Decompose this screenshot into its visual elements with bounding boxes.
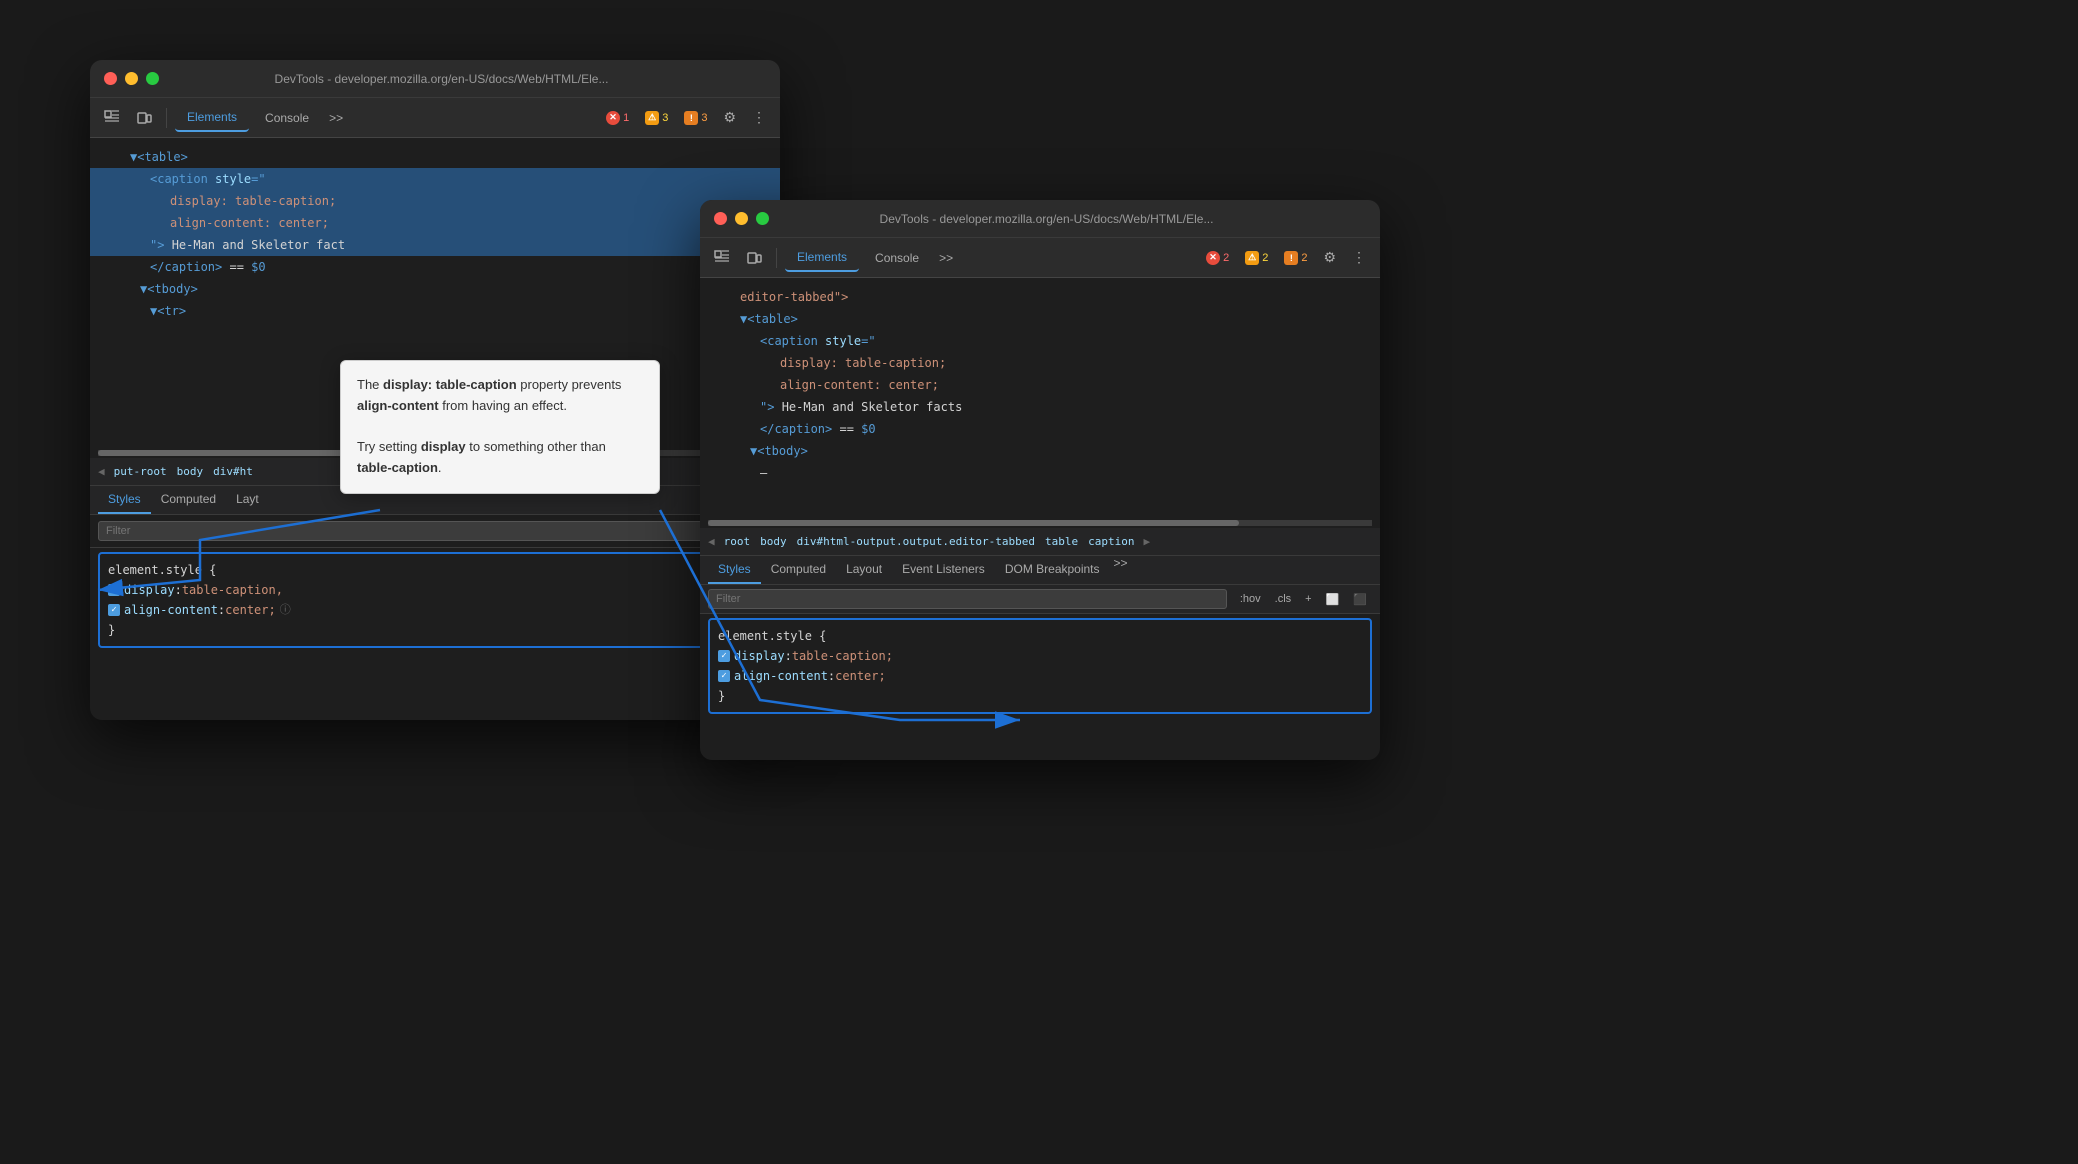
badge-info-1[interactable]: ! 3 xyxy=(678,109,713,127)
badge-error-1[interactable]: ✕ 1 xyxy=(600,109,635,127)
breadcrumb-body-2[interactable]: body xyxy=(757,535,790,548)
tree-line2-table[interactable]: ▼<table> xyxy=(700,308,1380,330)
tab-event-2[interactable]: Event Listeners xyxy=(892,556,995,584)
css-prop-align-2[interactable]: align-content : center; xyxy=(718,666,1362,686)
window-title-2: DevTools - developer.mozilla.org/en-US/d… xyxy=(727,212,1366,226)
breadcrumb-table[interactable]: table xyxy=(1042,535,1081,548)
tool-cls[interactable]: .cls xyxy=(1270,591,1297,607)
badge-error-2[interactable]: ✕ 2 xyxy=(1200,249,1235,267)
breadcrumb-body-1[interactable]: body xyxy=(174,465,207,478)
tree-line-text[interactable]: "> He-Man and Skeletor fact xyxy=(90,234,780,256)
badge-warning-2[interactable]: ⚠ 2 xyxy=(1239,249,1274,267)
tool-add[interactable]: + xyxy=(1300,591,1316,607)
tree-line2-caption-open[interactable]: <caption style=" xyxy=(700,330,1380,352)
tree-line-tbody[interactable]: ▼<tbody> xyxy=(90,278,780,300)
info-icon-1[interactable]: ⓘ xyxy=(280,600,291,620)
tooltip-popup: The display: table-caption property prev… xyxy=(340,360,660,494)
tool-box-model[interactable]: ⬛ xyxy=(1348,591,1372,608)
tab-more-2[interactable]: >> xyxy=(935,251,957,265)
css-rule-box-1: element.style { display : table-caption,… xyxy=(98,552,772,648)
settings-icon-2[interactable]: ⚙ xyxy=(1317,245,1342,270)
tab-elements-1[interactable]: Elements xyxy=(175,104,249,132)
tree-line-caption-close[interactable]: </caption> == $0 xyxy=(90,256,780,278)
tree-line2-tbody[interactable]: ▼<tbody> xyxy=(700,440,1380,462)
breadcrumb-back-1[interactable]: ◀ xyxy=(98,465,105,478)
inspect-icon-2[interactable] xyxy=(708,244,736,272)
breadcrumb-caption[interactable]: caption xyxy=(1085,535,1137,548)
breadcrumb-back-2[interactable]: ◀ xyxy=(708,535,715,548)
breadcrumb-2: ◀ root body div#html-output.output.edito… xyxy=(700,528,1380,556)
tree-line2-caption-close[interactable]: </caption> == $0 xyxy=(700,418,1380,440)
window-title-1: DevTools - developer.mozilla.org/en-US/d… xyxy=(117,72,766,86)
toolbar-2: Elements Console >> ✕ 2 ⚠ 2 ! 2 ⚙ ⋮ xyxy=(700,238,1380,278)
tree-line2-align[interactable]: align-content: center; xyxy=(700,374,1380,396)
css-close-1: } xyxy=(108,620,762,640)
tab-dom-2[interactable]: DOM Breakpoints xyxy=(995,556,1110,584)
tab-computed-1[interactable]: Computed xyxy=(151,486,226,514)
tree-line2-text[interactable]: "> He-Man and Skeletor facts xyxy=(700,396,1380,418)
filter-row-2: :hov .cls + ⬜ ⬛ xyxy=(700,585,1380,614)
css-prop-align-1[interactable]: align-content : center; ⓘ xyxy=(108,600,762,620)
tab-computed-2[interactable]: Computed xyxy=(761,556,836,584)
breadcrumb-forward-2[interactable]: ▶ xyxy=(1144,535,1151,548)
tab-styles-2[interactable]: Styles xyxy=(708,556,761,584)
more-icon-1[interactable]: ⋮ xyxy=(746,105,772,130)
tab-layout-2[interactable]: Layout xyxy=(836,556,892,584)
tab-console-1[interactable]: Console xyxy=(253,105,321,131)
tab-more-panel-2[interactable]: >> xyxy=(1110,556,1132,584)
tree-line-display[interactable]: display: table-caption; xyxy=(90,190,780,212)
breadcrumb-div-1[interactable]: div#ht xyxy=(210,465,256,478)
tab-console-2[interactable]: Console xyxy=(863,245,931,271)
scrollbar-2[interactable] xyxy=(700,520,1380,526)
close-button[interactable] xyxy=(104,72,117,85)
sep2 xyxy=(776,248,777,268)
tooltip-text-1: The display: table-caption property prev… xyxy=(357,375,643,417)
html-tree-2: editor-tabbed"> ▼<table> <caption style=… xyxy=(700,278,1380,518)
tool-layout-view[interactable]: ⬜ xyxy=(1321,591,1345,608)
panel-tabs-2: Styles Computed Layout Event Listeners D… xyxy=(700,556,1380,585)
close-button-2[interactable] xyxy=(714,212,727,225)
titlebar-1: DevTools - developer.mozilla.org/en-US/d… xyxy=(90,60,780,98)
settings-icon-1[interactable]: ⚙ xyxy=(717,105,742,130)
tree-line-tr[interactable]: ▼<tr> xyxy=(90,300,780,322)
more-icon-2[interactable]: ⋮ xyxy=(1346,245,1372,270)
tree-line2-editor[interactable]: editor-tabbed"> xyxy=(700,286,1380,308)
css-close-2: } xyxy=(718,686,1362,706)
breadcrumb-div-2[interactable]: div#html-output.output.editor-tabbed xyxy=(794,535,1038,548)
css-prop-display-1[interactable]: display : table-caption, xyxy=(108,580,762,600)
toolbar-1: Elements Console >> ✕ 1 ⚠ 3 ! 3 ⚙ ⋮ xyxy=(90,98,780,138)
tab-more-1[interactable]: >> xyxy=(325,111,347,125)
css-rule-box-2: element.style { display : table-caption;… xyxy=(708,618,1372,714)
device-icon-2[interactable] xyxy=(740,244,768,272)
filter-input-2[interactable] xyxy=(708,589,1227,609)
checkbox-align-1[interactable] xyxy=(108,604,120,616)
tool-hov[interactable]: :hov xyxy=(1235,591,1266,607)
inspect-icon[interactable] xyxy=(98,104,126,132)
breadcrumb-root[interactable]: root xyxy=(721,535,754,548)
badge-warning-1[interactable]: ⚠ 3 xyxy=(639,109,674,127)
devtools-window-2: DevTools - developer.mozilla.org/en-US/d… xyxy=(700,200,1380,760)
filter-input-1[interactable] xyxy=(98,521,772,541)
tree-line2-dash[interactable]: — xyxy=(700,462,1380,484)
checkbox-align-2[interactable] xyxy=(718,670,730,682)
titlebar-2: DevTools - developer.mozilla.org/en-US/d… xyxy=(700,200,1380,238)
tree-line-caption-open[interactable]: <caption style=" xyxy=(90,168,780,190)
css-selector-line-2: element.style { xyxy=(718,626,1362,646)
badge-info-2[interactable]: ! 2 xyxy=(1278,249,1313,267)
tooltip-text-2: Try setting display to something other t… xyxy=(357,437,643,479)
tab-layout-1[interactable]: Layt xyxy=(226,486,269,514)
sep1 xyxy=(166,108,167,128)
device-icon[interactable] xyxy=(130,104,158,132)
checkbox-display-1[interactable] xyxy=(108,584,120,596)
tab-elements-2[interactable]: Elements xyxy=(785,244,859,272)
tree-line2-display[interactable]: display: table-caption; xyxy=(700,352,1380,374)
breadcrumb-put-root[interactable]: put-root xyxy=(111,465,170,478)
css-prop-display-2[interactable]: display : table-caption; xyxy=(718,646,1362,666)
tab-styles-1[interactable]: Styles xyxy=(98,486,151,514)
checkbox-display-2[interactable] xyxy=(718,650,730,662)
tree-line-align[interactable]: align-content: center; xyxy=(90,212,780,234)
filter-bar-1 xyxy=(90,515,780,548)
tree-line-table[interactable]: ▼<table> xyxy=(90,146,780,168)
css-selector-line-1: element.style { xyxy=(108,560,762,580)
